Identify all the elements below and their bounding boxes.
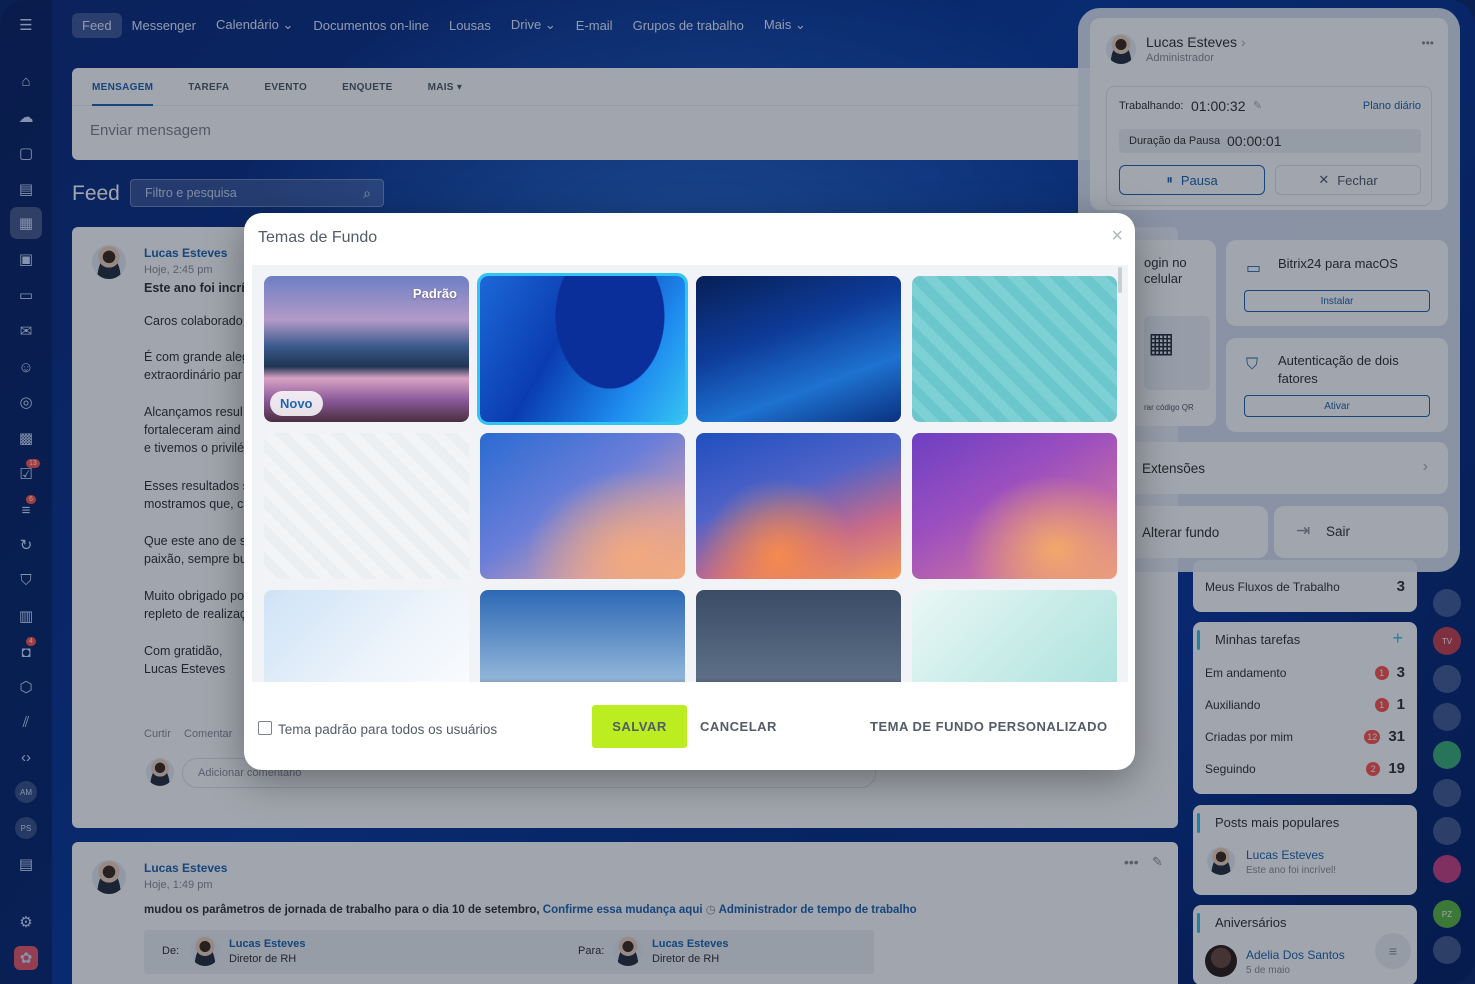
custom-theme-button[interactable]: TEMA DE FUNDO PERSONALIZADO [870, 719, 1108, 734]
cancel-button[interactable]: CANCELAR [700, 719, 777, 734]
theme-thumbnail-gradient-1[interactable] [480, 433, 685, 579]
default-theme-label[interactable]: Tema padrão para todos os usuários [278, 722, 497, 737]
theme-thumbnail-blue-waves[interactable] [696, 276, 901, 422]
save-button[interactable]: SALVAR [592, 705, 687, 748]
background-themes-dialog: Temas de Fundo × Padrão Novo Tema padrão… [244, 213, 1135, 770]
theme-gallery: Padrão Novo [252, 265, 1128, 682]
default-theme-checkbox[interactable] [258, 721, 272, 735]
app-frame: ☰ ⌂ ☁ ▢ ▤ ▦ ▣ ▭ ✉ ☺ ◎ ▩ ☑ 13 ≡ 6 ↻ ⛉ ▥ ◘… [0, 0, 1475, 984]
theme-thumbnail-night-sky[interactable] [696, 590, 901, 682]
new-tag: Novo [270, 391, 323, 416]
dialog-footer: Tema padrão para todos os usuários SALVA… [244, 693, 1135, 753]
default-tag: Padrão [412, 286, 457, 301]
gallery-scrollbar[interactable] [1118, 267, 1122, 293]
theme-thumbnail-mint[interactable] [912, 590, 1117, 682]
theme-thumbnail-blue-curves[interactable] [477, 273, 688, 425]
theme-thumbnail-light-pattern[interactable] [264, 433, 469, 579]
theme-thumbnail-gradient-2[interactable] [696, 433, 901, 579]
dialog-title: Temas de Fundo [258, 229, 378, 246]
theme-thumbnail-flowers[interactable]: Padrão Novo [264, 276, 469, 422]
theme-thumbnail-gradient-3[interactable] [912, 433, 1117, 579]
theme-thumbnail-rock[interactable] [480, 590, 685, 682]
theme-thumbnail-teal-pattern[interactable] [912, 276, 1117, 422]
close-icon[interactable]: × [1111, 225, 1123, 248]
theme-thumbnail-light-blue[interactable] [264, 590, 469, 682]
